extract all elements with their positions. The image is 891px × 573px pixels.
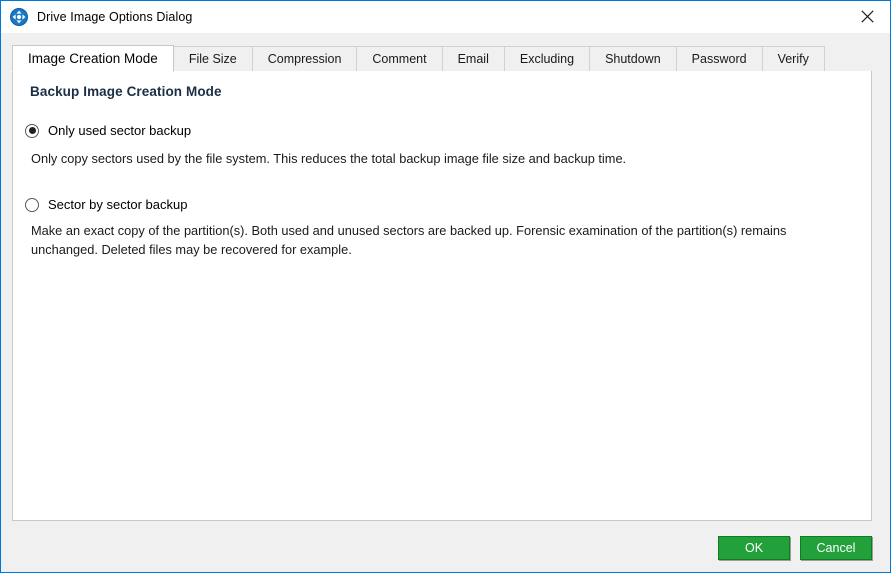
tab-label: File Size bbox=[188, 52, 237, 66]
tab-control: Image Creation Mode File Size Compressio… bbox=[12, 44, 872, 521]
tab-verify[interactable]: Verify bbox=[761, 46, 825, 71]
close-icon[interactable] bbox=[845, 1, 890, 32]
tab-label: Verify bbox=[777, 52, 809, 66]
radio-label: Only used sector backup bbox=[48, 123, 192, 138]
tab-compression[interactable]: Compression bbox=[251, 46, 358, 71]
radio-indicator-icon bbox=[25, 197, 39, 212]
description-sector-by-sector-backup: Make an exact copy of the partition(s). … bbox=[31, 223, 787, 257]
window-title: Drive Image Options Dialog bbox=[37, 10, 193, 24]
tab-label: Image Creation Mode bbox=[28, 51, 158, 66]
title-bar: Drive Image Options Dialog bbox=[1, 1, 890, 33]
tab-excluding[interactable]: Excluding bbox=[503, 46, 591, 71]
radio-sector-by-sector-backup[interactable]: Sector by sector backup bbox=[25, 197, 187, 212]
cancel-button[interactable]: Cancel bbox=[800, 536, 872, 560]
radio-indicator-icon bbox=[25, 123, 39, 138]
tab-label: Compression bbox=[267, 52, 342, 66]
tab-email[interactable]: Email bbox=[441, 46, 505, 71]
radio-label: Sector by sector backup bbox=[48, 197, 188, 212]
tab-comment[interactable]: Comment bbox=[356, 46, 443, 71]
tab-strip-filler bbox=[823, 46, 872, 71]
tab-label: Shutdown bbox=[605, 52, 661, 66]
dialog-window: Drive Image Options Dialog Image Creatio… bbox=[0, 0, 891, 573]
tab-image-creation-mode[interactable]: Image Creation Mode bbox=[12, 45, 174, 72]
dialog-body: Image Creation Mode File Size Compressio… bbox=[1, 33, 890, 572]
dialog-footer: OK Cancel bbox=[718, 536, 872, 560]
tab-label: Excluding bbox=[519, 52, 575, 66]
tab-label: Password bbox=[691, 52, 747, 66]
tab-page-image-creation-mode: Backup Image Creation Mode Only used sec… bbox=[12, 70, 872, 521]
tab-label: Comment bbox=[372, 52, 427, 66]
sync-arrows-icon bbox=[10, 8, 28, 26]
tab-label: Email bbox=[457, 52, 489, 66]
tab-password[interactable]: Password bbox=[675, 46, 763, 71]
tab-strip: Image Creation Mode File Size Compressio… bbox=[12, 44, 872, 72]
description-only-used-sector-backup: Only copy sectors used by the file syste… bbox=[31, 151, 627, 166]
tab-shutdown[interactable]: Shutdown bbox=[589, 46, 677, 71]
page-title: Backup Image Creation Mode bbox=[30, 84, 222, 99]
radio-only-used-sector-backup[interactable]: Only used sector backup bbox=[25, 123, 191, 138]
ok-button[interactable]: OK bbox=[718, 536, 790, 560]
tab-file-size[interactable]: File Size bbox=[172, 46, 253, 71]
